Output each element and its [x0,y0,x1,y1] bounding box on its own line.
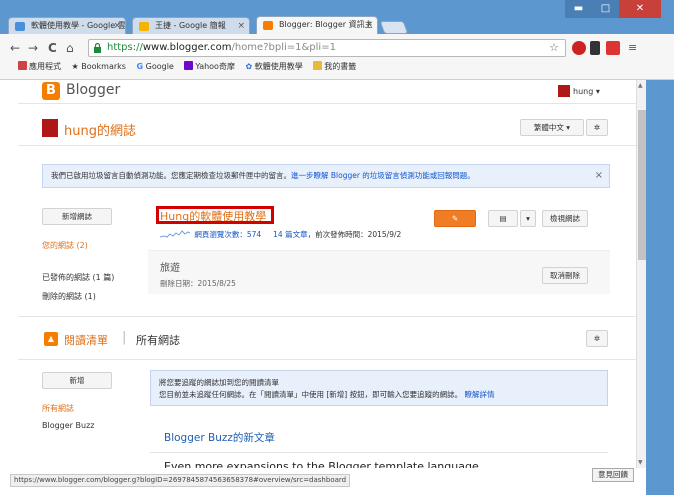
feedback-button[interactable]: 意見回饋 [592,468,634,482]
bookmark-yahoo[interactable]: Yahoo奇摩 [184,61,235,72]
blog-list: Hung的軟體使用教學 網頁瀏覽次數：574 14 篇文章，前次發佈時間：201… [148,202,610,294]
spam-learn-more-link[interactable]: 進一步瞭解 Blogger 的垃圾留言偵測功能或回報問題。 [291,171,475,180]
sidebar-item-blogger-buzz[interactable]: Blogger Buzz [42,421,94,430]
star-icon: ★ [71,62,79,71]
forward-button[interactable]: → [28,41,38,55]
tab-slides[interactable]: 王捷 - Google 簡報 × [132,17,250,34]
add-reading-button[interactable]: 新增 [42,372,112,389]
extension-new-icon[interactable] [606,41,620,55]
reading-list-title: 閱讀清單 [64,334,108,347]
url-path: /home?bpli=1&pli=1 [231,42,336,53]
home-button[interactable]: ⌂ [66,41,74,55]
close-tab-icon[interactable]: × [113,18,121,34]
blogger-wordmark[interactable]: Blogger [66,82,120,98]
page-scrollbar[interactable]: ▲ ▼ [636,80,646,468]
bookmark-tutorial[interactable]: ✿ 軟體使用教學 [246,61,303,72]
blog-header: hung的網誌 繁體中文 ▾ ✲ [18,104,636,146]
lock-icon [94,43,101,53]
deleted-blog-name: 旅遊 [160,263,180,274]
status-url: https://www.blogger.com/blogger.g?blogID… [10,474,351,487]
slides-icon [139,22,149,31]
new-blog-button[interactable]: 新增網誌 [42,208,112,225]
apps-icon [18,61,27,70]
back-button[interactable]: ← [10,41,20,55]
bookmark-my-bookmarks[interactable]: 我的書籤 [313,61,356,72]
undelete-button[interactable]: 取消刪除 [542,267,588,284]
tab-strip: 軟體使用教學 - Google 雲 × 王捷 - Google 簡報 × Blo… [8,10,628,34]
section-divider [18,316,636,317]
posts-list-icon[interactable]: ▤ [488,210,518,227]
new-post-pencil-icon[interactable]: ✎ [434,210,476,227]
folder-icon [313,61,323,70]
deleted-date: 刪除日期：2015/8/25 [160,279,236,288]
list-item: 旅遊 刪除日期：2015/8/25 取消刪除 [148,250,610,294]
blogger-topbar: B Blogger hung ▾ [18,80,636,104]
google-icon: G [136,62,144,71]
close-icon[interactable]: × [595,165,603,187]
reading-list-filter: 所有網誌 [136,334,180,347]
tab-blogger[interactable]: Blogger: Blogger 資訊主 × [256,16,378,34]
url-host: www.blogger.com [142,42,232,53]
bookmark-apps[interactable]: 應用程式 [18,61,61,72]
bookmark-bookmarks[interactable]: ★ Bookmarks [72,62,126,71]
blogger-dashboard: B Blogger hung ▾ hung的網誌 繁體中文 ▾ ✲ 我們已啟用垃… [18,80,636,468]
sidebar-item-all-blogs[interactable]: 所有網誌 [42,403,74,414]
extension-opera-icon[interactable] [572,41,586,55]
blog-name: hung的網誌 [64,124,136,139]
sidebar-item-deleted[interactable]: 刪除的網誌 (1) [42,291,96,302]
extension-pen-icon[interactable] [590,41,600,55]
yahoo-icon [184,61,194,70]
scroll-up-icon[interactable]: ▲ [638,82,643,89]
scroll-down-icon[interactable]: ▼ [638,459,643,466]
drive-icon [15,22,25,31]
avatar [558,85,570,97]
separator: | [122,330,127,345]
view-blog-button[interactable]: 檢視網誌 [542,210,588,227]
bookmark-google[interactable]: G Google [137,62,174,71]
close-tab-icon[interactable]: × [365,17,373,33]
window-frame-right [646,80,674,495]
menu-icon[interactable]: ≡ [628,41,637,54]
reading-list-notice: 將您要追蹤的網誌加到您的閱讀清單 您目前並未追蹤任何網誌。在「閱讀清單」中使用 … [150,370,608,406]
sidebar-item-my-blogs[interactable]: 您的網誌 (2) [42,240,88,251]
new-tab-button[interactable] [379,21,409,34]
blog-stats: 網頁瀏覽次數：574 14 篇文章，前次發佈時間：2015/9/2 [160,229,401,240]
tab-title: Blogger: Blogger 資訊主 [279,20,373,29]
collapse-arrow-icon[interactable]: ▲ [44,332,58,346]
posts-link[interactable]: 14 篇文章 [273,230,307,239]
reading-list-header: ▲ 閱讀清單 | 所有網誌 ✲ [18,320,636,360]
chevron-down-icon[interactable]: ▾ [520,210,536,227]
close-tab-icon[interactable]: × [237,18,245,34]
bookmarks-bar: 應用程式 ★ Bookmarks G Google Yahoo奇摩 ✿ 軟體使用… [18,61,364,75]
buzz-post-title[interactable]: Even more expansions to the Blogger temp… [164,460,479,468]
pageviews-link[interactable]: 網頁瀏覽次數：574 [194,230,261,239]
scroll-thumb[interactable] [638,110,646,260]
tab-drive[interactable]: 軟體使用教學 - Google 雲 × [8,17,126,34]
tab-title: 軟體使用教學 - Google 雲 [31,21,126,30]
settings-gear-icon[interactable]: ✲ [586,119,608,136]
blogger-favicon-icon [263,21,273,30]
reading-settings-gear-icon[interactable]: ✲ [586,330,608,347]
spam-notice: 我們已啟用垃圾留言自動偵測功能。您應定期檢查垃圾郵件匣中的留言。進一步瞭解 Bl… [42,164,610,188]
language-select[interactable]: 繁體中文 ▾ [520,119,584,136]
blog-avatar [42,119,58,137]
blogger-logo-icon[interactable]: B [42,82,60,100]
url-scheme: https:// [107,42,143,53]
bookmark-star-icon[interactable]: ☆ [549,40,559,56]
gear-icon: ✿ [245,62,253,71]
list-item: Hung的軟體使用教學 網頁瀏覽次數：574 14 篇文章，前次發佈時間：201… [148,202,610,244]
window-frame-left [0,80,18,495]
highlight-box [156,206,274,224]
sparkline-icon [160,230,190,238]
tab-title: 王捷 - Google 簡報 [155,21,226,30]
reload-button[interactable]: C [48,41,57,55]
account-menu[interactable]: hung ▾ [558,85,600,97]
address-bar[interactable]: https://www.blogger.com/home?bpli=1&pli=… [88,39,566,57]
browser-toolbar: ← → C ⌂ https://www.blogger.com/home?bpl… [0,34,674,80]
sidebar-item-published[interactable]: 已發佈的網誌 (1 篇) [42,272,114,283]
divider [150,452,608,453]
buzz-header: Blogger Buzz的新文章 [164,432,275,444]
learn-more-link[interactable]: 瞭解詳情 [465,390,495,399]
